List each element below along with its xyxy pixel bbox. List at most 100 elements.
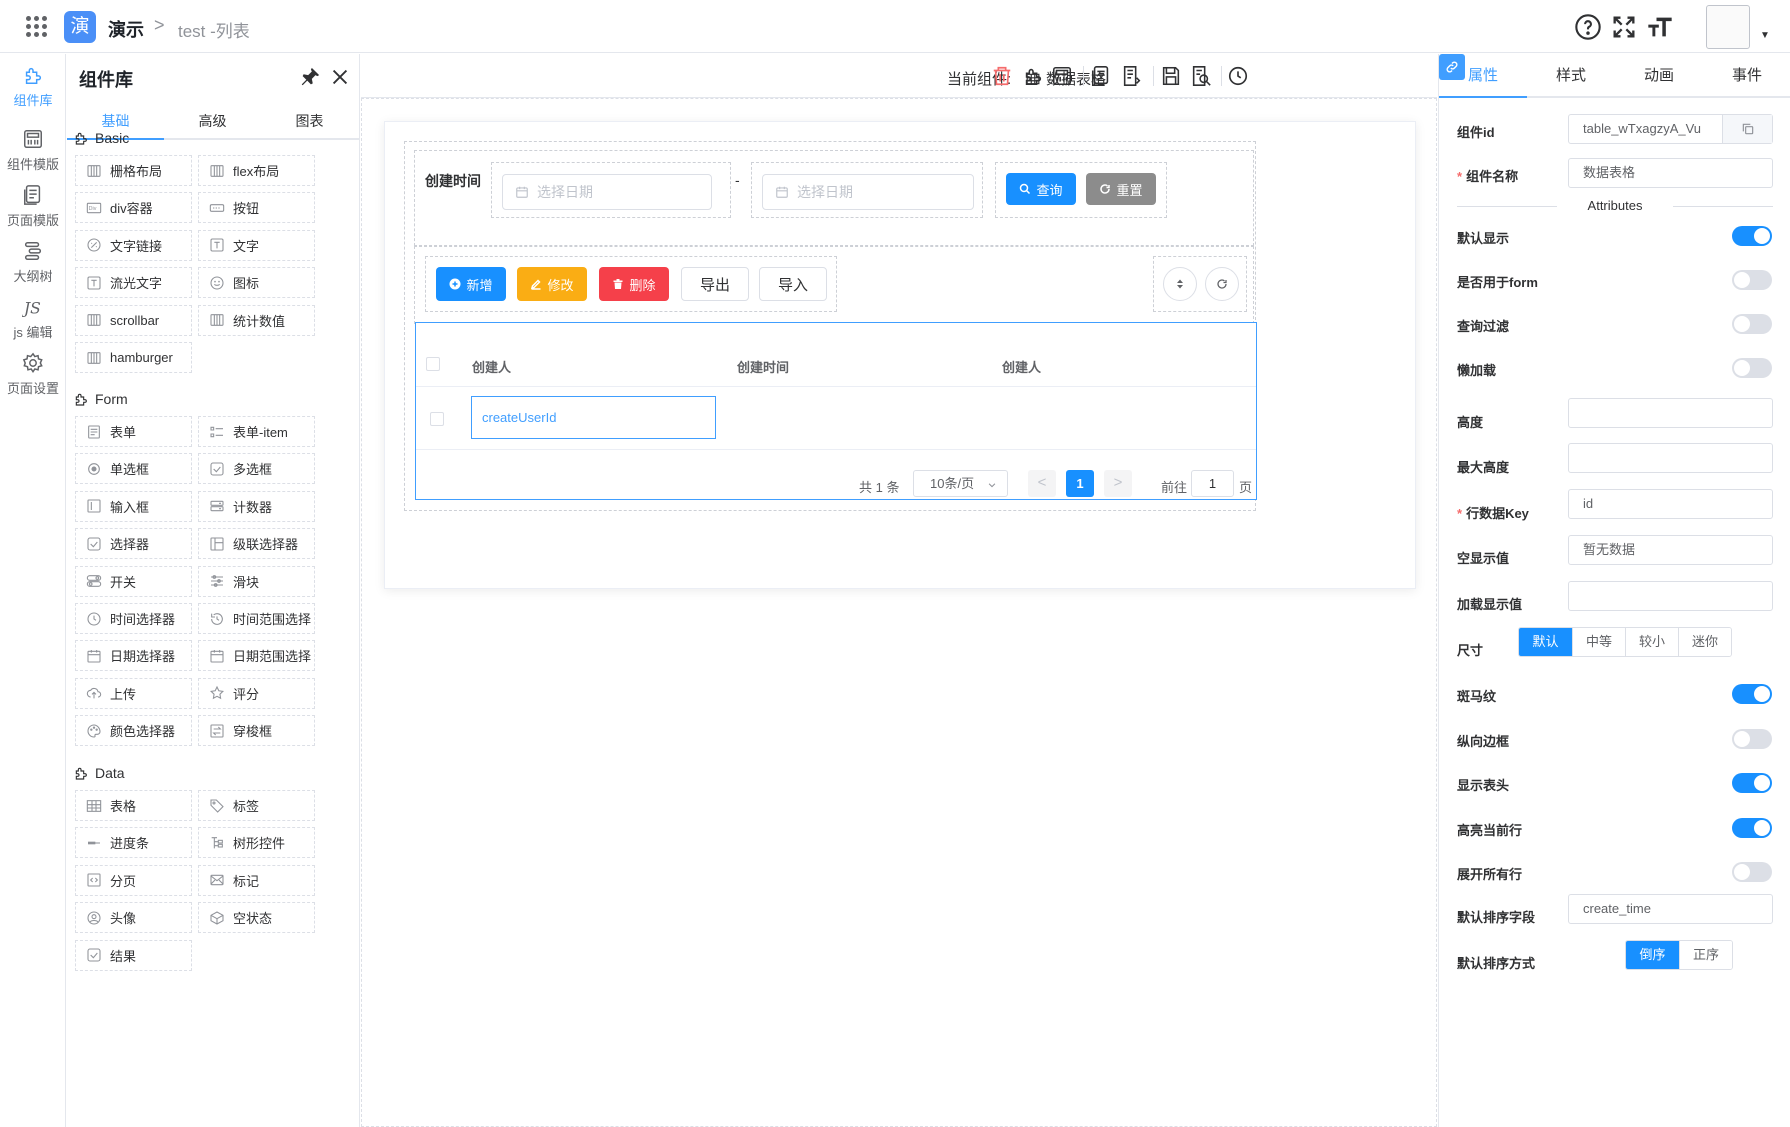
component-item[interactable]: 颜色选择器 [75, 715, 192, 747]
component-item[interactable]: 文字链接 [75, 229, 192, 261]
app-grid-icon[interactable] [26, 16, 47, 37]
component-item[interactable]: 评分 [198, 677, 315, 709]
data-table[interactable]: 创建人 创建时间 创建人 createUserId 共 1 条 10条/页 < … [415, 322, 1257, 500]
component-item[interactable]: 选择器 [75, 528, 192, 560]
close-icon[interactable] [329, 66, 351, 88]
component-item[interactable]: 结果 [75, 939, 192, 971]
component-item[interactable]: 多选框 [198, 453, 315, 485]
sort-field-input[interactable]: create_time [1568, 894, 1773, 924]
import-button[interactable]: 导入 [759, 267, 827, 301]
component-item[interactable]: 日期范围选择 [198, 640, 315, 672]
tab-animation[interactable]: 动画 [1615, 54, 1703, 98]
delete-button[interactable]: 删除 [599, 267, 669, 301]
component-item[interactable]: 进度条 [75, 827, 192, 859]
goto-page-input[interactable]: 1 [1191, 470, 1234, 497]
component-item[interactable]: 空状态 [198, 902, 315, 934]
rail-item-page-templates[interactable]: 页面模版 [0, 184, 66, 229]
page-size-select[interactable]: 10条/页 [913, 470, 1008, 497]
prev-page-button[interactable]: < [1028, 470, 1056, 497]
chevron-down-icon[interactable]: ▼ [1760, 30, 1770, 41]
rail-item-js[interactable]: JS js 编辑 [0, 296, 66, 341]
current-page[interactable]: 1 [1066, 470, 1094, 497]
rail-item-settings[interactable]: 页面设置 [0, 352, 66, 397]
copy-icon[interactable] [1722, 115, 1772, 143]
component-item[interactable]: 标记 [198, 864, 315, 896]
segment-option[interactable]: 正序 [1679, 941, 1732, 969]
toggle-switch[interactable] [1732, 314, 1772, 334]
component-item[interactable]: 表格 [75, 790, 192, 821]
toggle-switch[interactable] [1732, 270, 1772, 290]
toggle-switch[interactable] [1732, 862, 1772, 882]
reset-button[interactable]: 重置 [1086, 173, 1156, 205]
date-end-input[interactable]: 选择日期 [762, 174, 974, 210]
preview-icon[interactable] [1190, 65, 1212, 87]
component-item[interactable]: 头像 [75, 902, 192, 934]
edit-button[interactable]: 修改 [517, 267, 587, 301]
tab-events[interactable]: 事件 [1703, 54, 1790, 98]
component-name-input[interactable]: 数据表格 [1568, 158, 1773, 188]
search-button[interactable]: 查询 [1006, 173, 1076, 205]
rail-item-library[interactable]: 组件库 [0, 64, 66, 109]
component-item[interactable]: 穿梭框 [198, 715, 315, 747]
font-size-icon[interactable] [1646, 13, 1674, 41]
export-button[interactable]: 导出 [681, 267, 749, 301]
component-item[interactable]: 图标 [198, 267, 315, 299]
column-header[interactable]: 创建时间 [737, 357, 789, 376]
component-item[interactable]: scrollbar [75, 304, 192, 336]
component-item[interactable]: 标签 [198, 790, 315, 821]
loading-text-input[interactable] [1568, 581, 1773, 611]
component-item[interactable]: 栅格布局 [75, 155, 192, 186]
segment-option[interactable]: 较小 [1625, 628, 1678, 656]
segment-option[interactable]: 倒序 [1626, 941, 1679, 969]
rail-item-templates[interactable]: 组件模版 [0, 128, 66, 173]
code-page-icon[interactable] [1121, 65, 1143, 87]
toggle-switch[interactable] [1732, 684, 1772, 704]
component-item[interactable]: 树形控件 [198, 827, 315, 859]
max-height-input[interactable] [1568, 443, 1773, 473]
select-all-checkbox[interactable] [426, 357, 440, 371]
row-checkbox[interactable] [430, 412, 444, 426]
segment-option[interactable]: 中等 [1572, 628, 1625, 656]
toggle-switch[interactable] [1732, 728, 1772, 749]
history-icon[interactable] [1227, 65, 1249, 87]
component-item[interactable]: 计数器 [198, 490, 315, 522]
component-item[interactable]: 文字 [198, 229, 315, 261]
component-item[interactable]: 分页 [75, 864, 192, 896]
rail-item-outline[interactable]: 大纲树 [0, 240, 66, 285]
save-icon[interactable] [1160, 65, 1182, 87]
empty-text-input[interactable]: 暂无数据 [1568, 535, 1773, 565]
toggle-switch[interactable] [1732, 226, 1772, 246]
help-icon[interactable] [1574, 13, 1602, 41]
pin-icon[interactable] [299, 66, 321, 88]
page-template-icon[interactable] [1090, 65, 1112, 87]
save-template-icon[interactable] [1051, 65, 1073, 87]
component-item[interactable]: flex布局 [198, 155, 315, 186]
component-item[interactable]: Div div容器 [75, 192, 192, 224]
app-name[interactable]: 演示 [108, 16, 144, 42]
component-item[interactable]: 按钮 [198, 192, 315, 224]
segment-option[interactable]: 迷你 [1678, 628, 1731, 656]
component-item[interactable]: 级联选择器 [198, 528, 315, 560]
fullscreen-icon[interactable] [1610, 13, 1638, 41]
tab-style[interactable]: 样式 [1527, 54, 1615, 98]
toggle-switch[interactable] [1732, 817, 1772, 838]
component-item[interactable]: 表单-item [198, 416, 315, 447]
component-item[interactable]: 日期选择器 [75, 640, 192, 672]
component-item[interactable]: 时间范围选择 [198, 603, 315, 634]
next-page-button[interactable]: > [1104, 470, 1132, 497]
segment-option[interactable]: 默认 [1519, 628, 1572, 656]
tab-advanced[interactable]: 高级 [164, 104, 261, 140]
height-input[interactable] [1568, 398, 1773, 428]
column-header[interactable]: 创建人 [472, 357, 511, 376]
delete-icon[interactable] [991, 65, 1013, 87]
add-button[interactable]: 新增 [436, 267, 506, 301]
row-key-input[interactable]: id [1568, 489, 1773, 519]
date-start-input[interactable]: 选择日期 [502, 174, 712, 210]
selected-cell[interactable]: createUserId [471, 396, 716, 439]
column-sort-button[interactable] [1163, 267, 1197, 301]
component-item[interactable]: 表单 [75, 416, 192, 447]
component-item[interactable]: 输入框 [75, 490, 192, 522]
design-canvas[interactable]: 创建时间 选择日期 - 选择日期 查询 重置 新增 修改 删除 导出 导入 创建… [361, 98, 1437, 1127]
refresh-table-button[interactable] [1205, 267, 1239, 301]
toggle-switch[interactable] [1732, 773, 1772, 793]
